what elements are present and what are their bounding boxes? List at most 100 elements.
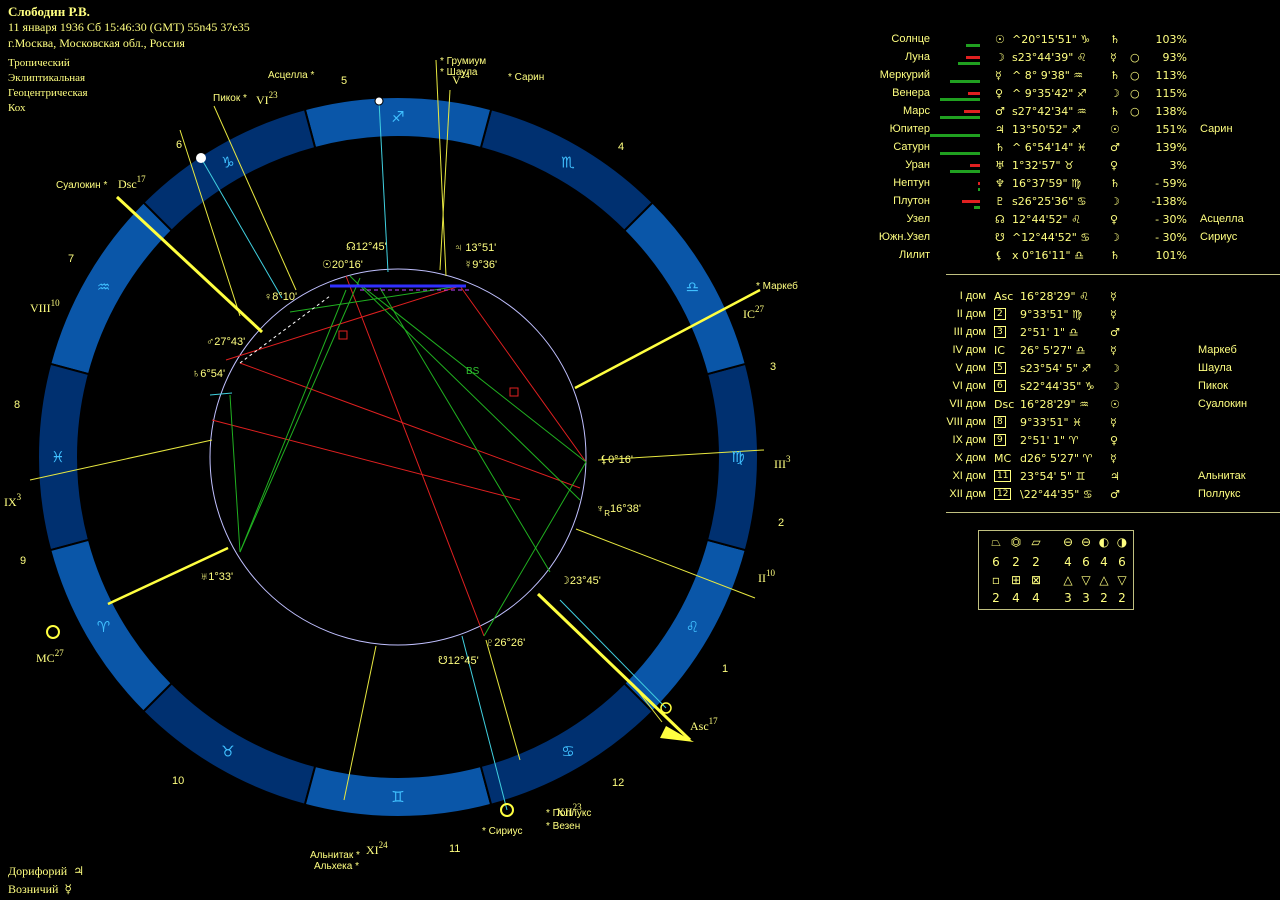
planet-ruler-glyph: ♀ xyxy=(1110,213,1119,226)
house-row[interactable]: X дом MC ☿ d26° 5'27" ♈ xyxy=(0,452,1280,470)
house-row[interactable]: XI дом 11 ♃ Альнитак 23°54' 5" ♊ xyxy=(0,470,1280,488)
planet-row[interactable]: Меркурий ☿ ♄ ○ 113% ^ 8° 9'38" ♒ xyxy=(0,69,1280,87)
cusp-ii-label: II10 xyxy=(758,568,776,585)
planet-position: 12°44'52" ♌ xyxy=(1012,213,1081,226)
planet-glyph: ☊ xyxy=(995,213,1005,226)
house-row[interactable]: VII дом Dsc ☉ Суалокин 16°28'29" ♒ xyxy=(0,398,1280,416)
house-ruler-glyph: ☉ xyxy=(1110,398,1120,411)
planet-position: x 0°16'11" ♎ xyxy=(1012,249,1084,262)
house-name: XII дом xyxy=(949,488,986,500)
planet-row[interactable]: Уран ♅ ♀ 3% 1°32'57" ♉ xyxy=(0,159,1280,177)
house-position: 16°28'29" ♌ xyxy=(1020,290,1089,303)
planet-position: ^12°44'52" ♋ xyxy=(1012,231,1091,244)
elements-cell: 2 xyxy=(1118,591,1126,605)
planet-position: ꜱ26°25'36" ♋ xyxy=(1012,195,1087,208)
strength-bar-green xyxy=(940,152,980,155)
planet-row[interactable]: Лилит ⚸ ♄ 101% x 0°16'11" ♎ xyxy=(0,249,1280,267)
planet-glyph: ☋ xyxy=(995,231,1005,244)
house-name: XI дом xyxy=(952,470,986,482)
planet-extra-glyph: ○ xyxy=(1130,69,1140,82)
elements-cell: 6 xyxy=(1118,555,1126,569)
house-ruler-glyph: ☽ xyxy=(1110,362,1120,375)
house-position: 16°28'29" ♒ xyxy=(1020,398,1089,411)
elements-cell: ⊠ xyxy=(1030,573,1042,587)
planet-strength: 113% xyxy=(1155,69,1187,82)
house-row[interactable]: IX дом 9 ♀ 2°51' 1" ♈ xyxy=(0,434,1280,452)
elements-cell: ⊖ xyxy=(1062,535,1074,549)
elements-cell: 3 xyxy=(1064,591,1072,605)
house-ruler-glyph: ☿ xyxy=(1110,344,1117,357)
planet-name: Сатурн xyxy=(893,141,930,153)
house-ruler-glyph: ♀ xyxy=(1110,434,1119,447)
house-ruler-glyph: ☽ xyxy=(1110,380,1120,393)
planet-position: ^20°15'51" ♑ xyxy=(1012,33,1091,46)
house-row[interactable]: IV дом IC ☿ Маркеб 26° 5'27" ♎ xyxy=(0,344,1280,362)
planet-ruler-glyph: ☽ xyxy=(1110,231,1120,244)
mc-label: MC27 xyxy=(36,648,64,665)
planet-row[interactable]: Плутон ♇ ☽ -138% ꜱ26°25'36" ♋ xyxy=(0,195,1280,213)
strength-bar-green xyxy=(950,170,980,173)
planet-ruler-glyph: ♄ xyxy=(1110,33,1120,46)
planet-row[interactable]: Сатурн ♄ ♂ 139% ^ 6°54'14" ♓ xyxy=(0,141,1280,159)
planet-position: 1°32'57" ♉ xyxy=(1012,159,1074,172)
planet-position: ꜱ27°42'34" ♒ xyxy=(1012,105,1087,118)
elements-cell: 4 xyxy=(1012,591,1020,605)
house-name: IV дом xyxy=(952,344,986,356)
house-row[interactable]: I дом Asc ☿ 16°28'29" ♌ xyxy=(0,290,1280,308)
planet-row[interactable]: Венера ♀ ☽ ○ 115% ^ 9°35'42" ♐ xyxy=(0,87,1280,105)
planet-name: Меркурий xyxy=(879,69,930,81)
elements-cell: 6 xyxy=(1082,555,1090,569)
planet-name: Лилит xyxy=(899,249,930,261)
planet-glyph: ♄ xyxy=(995,141,1005,154)
zodiac-sign-glyph: ♋ xyxy=(561,742,574,760)
planet-position: ^ 6°54'14" ♓ xyxy=(1012,141,1087,154)
planet-glyph: ☿ xyxy=(995,69,1002,82)
planet-strength: 93% xyxy=(1162,51,1187,64)
house-glyph: 3 xyxy=(994,326,1006,338)
strength-bar-red xyxy=(978,182,980,185)
planet-label-south-node: ☋12°45' xyxy=(438,655,479,667)
planet-glyph: ♀ xyxy=(995,87,1004,100)
house-row[interactable]: XII дом 12 ♂ Поллукс \22°44'35" ♋ xyxy=(0,488,1280,506)
strength-bar-red xyxy=(964,110,980,113)
house-glyph: Asc xyxy=(994,290,1014,303)
strength-bar-green xyxy=(950,80,980,83)
strength-bar-red xyxy=(962,200,980,203)
zodiac-sign-glyph: ♌ xyxy=(686,618,699,636)
house-name: V дом xyxy=(955,362,987,374)
house-row[interactable]: VI дом 6 ☽ Пикок ꜱ22°44'35" ♑ xyxy=(0,380,1280,398)
planet-row[interactable]: Марс ♂ ♄ ○ 138% ꜱ27°42'34" ♒ xyxy=(0,105,1280,123)
house-row[interactable]: II дом 2 ☿ 9°33'51" ♍ xyxy=(0,308,1280,326)
planet-row[interactable]: Нептун ♆ ♄ - 59% 16°37'59" ♍ xyxy=(0,177,1280,195)
house-row[interactable]: V дом 5 ☽ Шаула ꜱ23°54' 5" ♐ xyxy=(0,362,1280,380)
planet-ruler-glyph: ♀ xyxy=(1110,159,1119,172)
planet-row[interactable]: Южн.Узел ☋ ☽ - 30% Сириус ^12°44'52" ♋ xyxy=(0,231,1280,249)
house-name: VII дом xyxy=(949,398,986,410)
strength-bar-green xyxy=(930,134,980,137)
house-star: Суалокин xyxy=(1198,398,1248,410)
planet-row[interactable]: Луна ☽ ☿ ○ 93% ꜱ23°44'39" ♌ xyxy=(0,51,1280,69)
planet-ruler-glyph: ♄ xyxy=(1110,249,1120,262)
house-number-2: 2 xyxy=(778,517,784,529)
planet-glyph: ⚸ xyxy=(995,249,1004,262)
elements-cell: 2 xyxy=(1100,591,1108,605)
planet-name: Нептун xyxy=(893,177,930,189)
elements-cell: △ xyxy=(1063,573,1073,587)
planet-name: Луна xyxy=(904,51,930,63)
house-star: Маркеб xyxy=(1198,344,1237,356)
planet-name: Южн.Узел xyxy=(878,231,930,243)
house-row[interactable]: VIII дом 8 ☿ 9°33'51" ♓ xyxy=(0,416,1280,434)
planet-ruler-glyph: ♄ xyxy=(1110,69,1120,82)
strength-bar-green xyxy=(966,44,980,47)
planet-row[interactable]: Солнце ☉ ♄ 103% ^20°15'51" ♑ xyxy=(0,33,1280,51)
planet-row[interactable]: Узел ☊ ♀ - 30% Асцелла 12°44'52" ♌ xyxy=(0,213,1280,231)
planet-extra-glyph: ○ xyxy=(1130,105,1140,118)
house-ruler-glyph: ♂ xyxy=(1110,488,1120,501)
planet-name: Юпитер xyxy=(889,123,930,135)
planet-name: Уран xyxy=(905,159,930,171)
planet-row[interactable]: Юпитер ♃ ☉ 151% Сарин 13°50'52" ♐ xyxy=(0,123,1280,141)
house-glyph: MC xyxy=(994,452,1012,465)
house-row[interactable]: III дом 3 ♂ 2°51' 1" ♎ xyxy=(0,326,1280,344)
elements-cell: 2 xyxy=(992,591,1000,605)
house-ruler-glyph: ☿ xyxy=(1110,452,1117,465)
